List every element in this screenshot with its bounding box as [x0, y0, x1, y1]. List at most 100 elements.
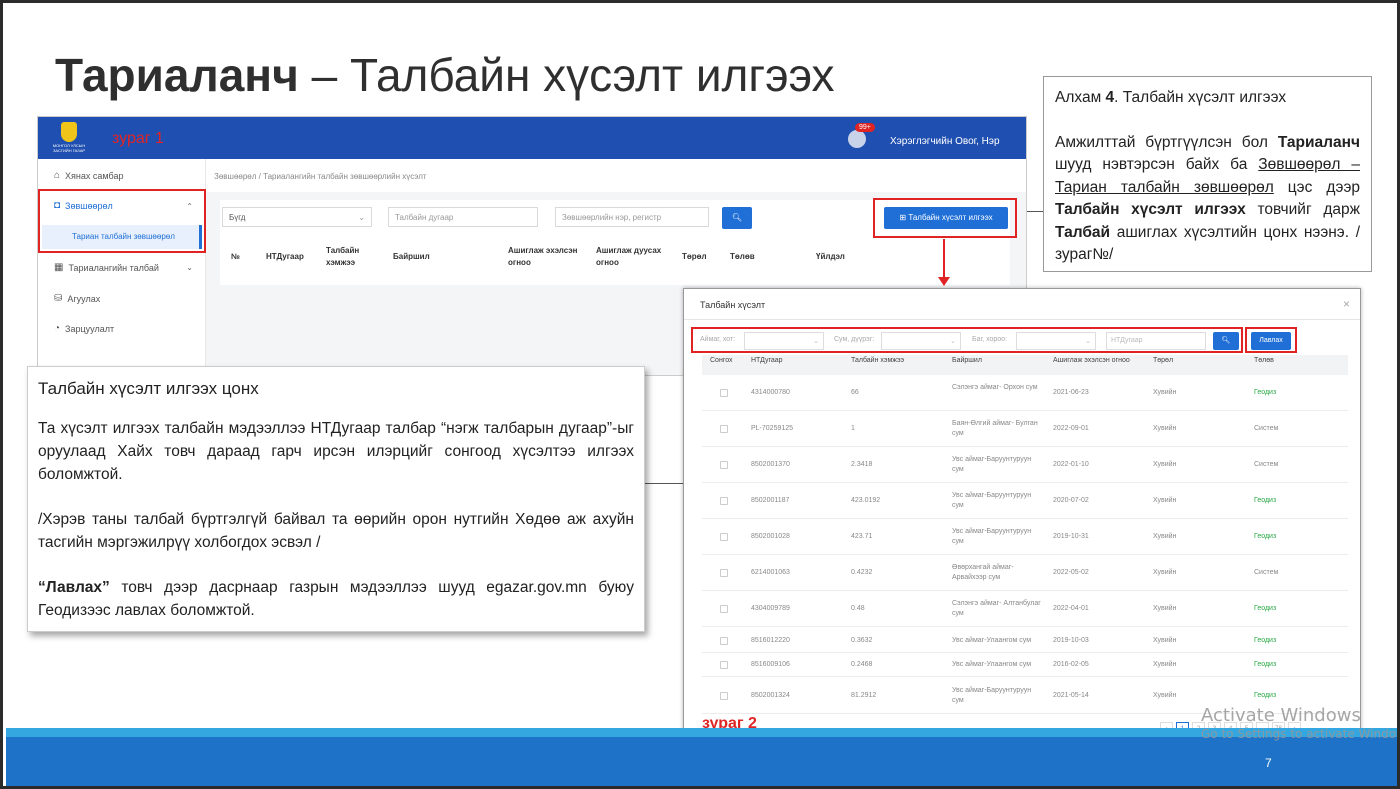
aimag-label: Аймаг, хот:	[700, 336, 736, 343]
user-name[interactable]: Хэрэглэгчийн Овог, Нэр	[890, 136, 1000, 147]
col-header: НТДугаар	[266, 252, 304, 261]
row-checkbox[interactable]	[720, 425, 728, 433]
connector-line	[644, 483, 684, 484]
table-cell: 8516012220	[751, 637, 790, 644]
col-header: Талбайн хэмжээ	[851, 357, 905, 364]
table-cell: Геодиз	[1254, 637, 1277, 644]
activation-watermark: Activate Windows Go to Settings to activ…	[1201, 705, 1397, 741]
search-button[interactable]: 🔍︎	[1213, 332, 1239, 350]
col-header: №	[231, 252, 240, 261]
file-icon: ◘	[54, 200, 61, 211]
search-button[interactable]: 🔍︎	[722, 207, 752, 229]
status-select[interactable]: Бүгд ⌄	[222, 207, 372, 227]
table-cell: 0.48	[851, 605, 865, 612]
arrow-down-icon	[938, 277, 950, 286]
table-cell: Хувийн	[1153, 569, 1177, 576]
chevron-down-icon: ⌄	[186, 263, 193, 272]
close-icon[interactable]: ×	[1343, 297, 1350, 311]
slide-title: Тариаланч – Талбайн хүсэлт илгээх	[55, 49, 835, 101]
chevron-down-icon: ⌄	[358, 213, 365, 222]
table-cell: 0.4232	[851, 569, 873, 576]
usage-icon: ◔	[54, 323, 61, 334]
breadcrumb: Зөвшөөрөл / Тариалангийн талбайн зөвшөөр…	[214, 172, 427, 181]
table-row[interactable]: 4304009789 0.48 Сэлэнгэ аймаг- Алтанбулаг …	[702, 591, 1348, 627]
table-cell: Увс аймаг-Улаангом сум	[952, 661, 1032, 668]
table-cell: Увс аймаг-Баруунтуруун сум	[952, 492, 1032, 509]
table-cell: Геодиз	[1254, 692, 1277, 699]
sidebar-item-fields[interactable]: ▦ Тариалангийн талбай	[54, 262, 159, 273]
footer-band	[6, 728, 1397, 737]
row-checkbox[interactable]	[720, 569, 728, 577]
watermark-line: Activate Windows	[1201, 705, 1361, 726]
sidebar: ⌂ Хянах самбар ◘ Зөвшөөрөл ⌃ Тариан талбай…	[38, 159, 206, 375]
table-cell: 2022-05-02	[1053, 569, 1089, 576]
table-cell: Сэлэнгэ аймаг- Алтанбулаг сум	[952, 600, 1041, 617]
figure-label-1: зураг 1	[112, 130, 164, 147]
lookup-button[interactable]: Лавлах	[1251, 332, 1291, 350]
note-box: Талбайн хүсэлт илгээх цонх Та хүсэлт илг…	[27, 366, 645, 632]
avatar[interactable]	[848, 130, 866, 148]
aimag-select[interactable]: ⌄	[744, 332, 824, 350]
warehouse-icon: ⛁	[54, 293, 63, 304]
table-cell: Хувийн	[1153, 497, 1177, 504]
row-checkbox[interactable]	[720, 461, 728, 469]
table-cell: 423.0192	[851, 497, 881, 504]
home-icon: ⌂	[54, 170, 61, 181]
table-cell: Сэлэнгэ аймаг- Орхон сум	[952, 384, 1038, 391]
sidebar-item-permission[interactable]: ◘ Зөвшөөрөл	[54, 200, 113, 211]
table-cell: Увс аймаг-Баруунтуруун сум	[952, 528, 1032, 545]
table-cell: Геодиз	[1254, 497, 1277, 504]
table-cell: 66	[851, 389, 859, 396]
table-cell: 2019-10-31	[1053, 533, 1089, 540]
col-header: Талбайн хэмжээ	[326, 246, 360, 267]
table-cell: 2016-02-05	[1053, 661, 1089, 668]
table-cell: Хувийн	[1153, 425, 1177, 432]
sum-select[interactable]: ⌄	[881, 332, 961, 350]
row-checkbox[interactable]	[720, 605, 728, 613]
table-row[interactable]: 6214001063 0.4232 Өвөрхангай аймаг- Арвайх…	[702, 555, 1348, 591]
table-row[interactable]: 8502001187 423.0192 Увс аймаг-Баруунтуруун…	[702, 483, 1348, 519]
page-number: 7	[1265, 756, 1272, 770]
table-cell: 0.3632	[851, 637, 873, 644]
sidebar-item-warehouse[interactable]: ⛁ Агуулах	[54, 293, 100, 304]
row-checkbox[interactable]	[720, 389, 728, 397]
table-row[interactable]: 8516012220 0.3632 Увс аймаг-Улаангом сум 20…	[702, 629, 1348, 653]
row-checkbox[interactable]	[720, 692, 728, 700]
row-checkbox[interactable]	[720, 637, 728, 645]
field-number-input[interactable]: Талбайн дугаар	[388, 207, 538, 227]
table-cell: Систем	[1254, 461, 1279, 468]
grid-icon: ▦	[54, 262, 64, 273]
arrow-line	[943, 239, 945, 279]
row-checkbox[interactable]	[720, 661, 728, 669]
row-checkbox[interactable]	[720, 497, 728, 505]
table-cell: 2.3418	[851, 461, 873, 468]
table-cell: Геодиз	[1254, 605, 1277, 612]
notification-badge: 99+	[855, 123, 875, 132]
row-checkbox[interactable]	[720, 533, 728, 541]
table-row[interactable]: 8502001370 2.3418 Увс аймаг-Баруунтуруун с…	[702, 447, 1348, 483]
col-header: Ашиглаж эхэлсэн огноо	[508, 246, 578, 267]
col-header: Төрөл	[1153, 357, 1174, 364]
table-cell: 423.71	[851, 533, 873, 540]
table-cell: Увс аймаг-Баруунтуруун сум	[952, 687, 1032, 704]
table-row[interactable]: 4314000780 66 Сэлэнгэ аймаг- Орхон сум 2021…	[702, 375, 1348, 411]
table-row[interactable]: 8516009106 0.2468 Увс аймаг-Улаангом сум 20…	[702, 653, 1348, 677]
sidebar-item-usage[interactable]: ◔ Зарцуулалт	[54, 323, 114, 334]
modal-title: Талбайн хүсэлт	[700, 300, 766, 310]
step-text: Амжилттай бүртгүүлсэн бол Тариаланч шууд…	[1055, 133, 1360, 264]
step-box: Алхам 4. Талбайн хүсэлт илгээх Амжилттай…	[1043, 76, 1372, 272]
nt-number-input[interactable]: НТДугаар	[1106, 332, 1206, 350]
col-header: Ашиглаж эхэлсэн огноо	[1053, 357, 1130, 364]
bag-select[interactable]: ⌄	[1016, 332, 1096, 350]
table-cell: PL-70259125	[751, 425, 794, 432]
registry-input[interactable]: Зөвшөөрлийн нэр, регистр	[555, 207, 709, 227]
note-heading: Талбайн хүсэлт илгээх цонх	[38, 379, 259, 398]
send-request-button[interactable]: ⊞ Талбайн хүсэлт илгээх	[884, 207, 1008, 229]
col-header: Сонгох	[710, 357, 733, 364]
table-row[interactable]: PL-70259125 1 Баян-Өлгий аймаг- Булган сум…	[702, 411, 1348, 447]
sidebar-subitem-field-permission[interactable]: Тариан талбайн зөвшөөрөл	[42, 225, 202, 249]
footer-band	[6, 737, 1397, 786]
sidebar-item-dashboard[interactable]: ⌂ Хянах самбар	[54, 170, 123, 181]
table-row[interactable]: 8502001028 423.71 Увс аймаг-Баруунтуруун с…	[702, 519, 1348, 555]
step-heading: Алхам 4. Талбайн хүсэлт илгээх	[1055, 89, 1287, 106]
